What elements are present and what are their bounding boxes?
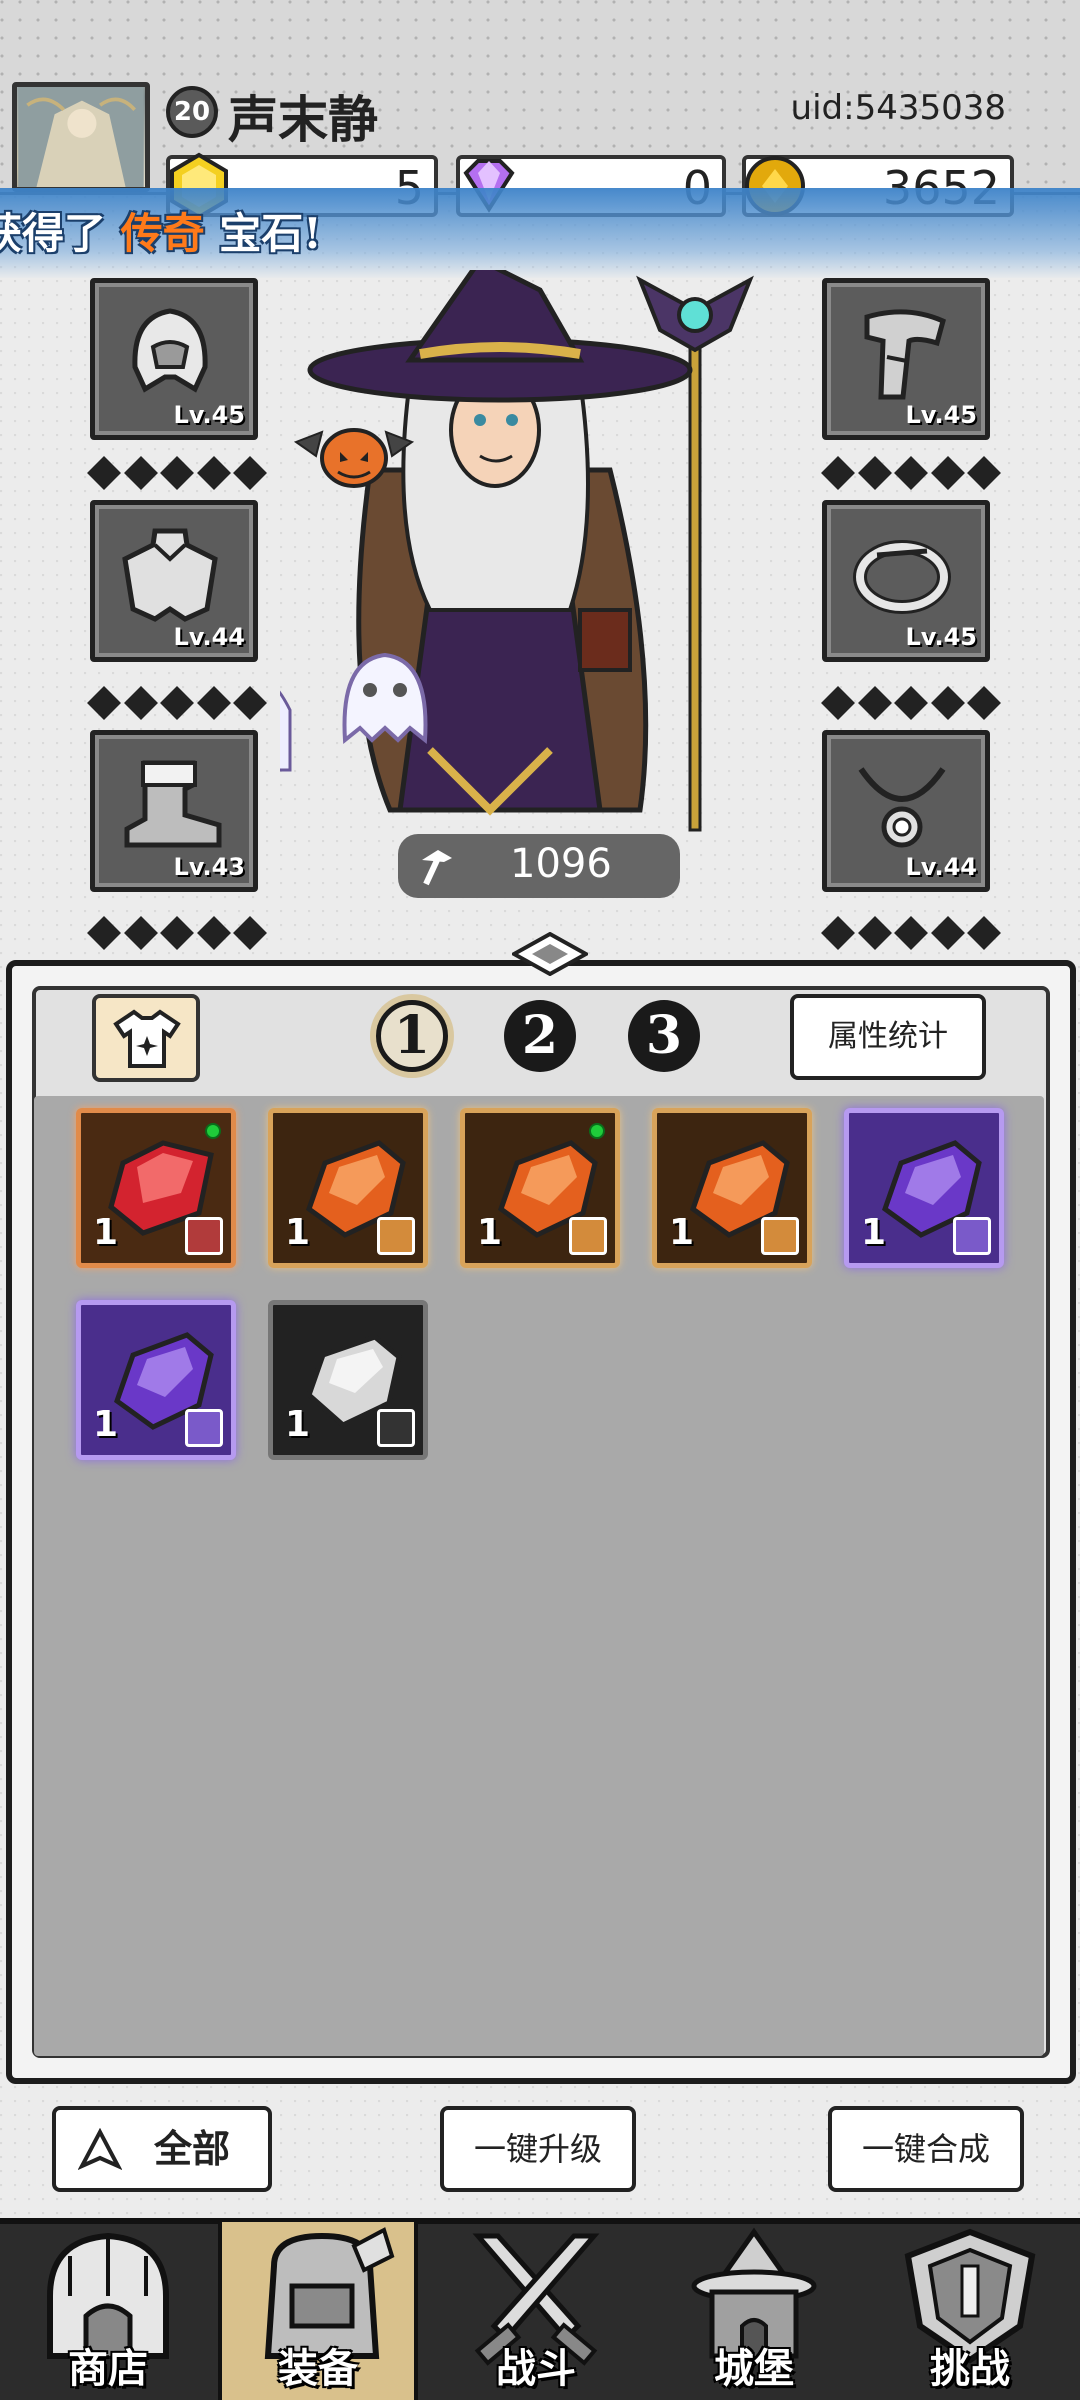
slot-boot-icon <box>377 1217 415 1255</box>
ring-star-row <box>821 686 1001 720</box>
player-name: 声末静 <box>228 90 378 149</box>
gem-item[interactable]: 1 <box>268 1108 428 1268</box>
equip-slot-bracer[interactable]: Lv.45 <box>822 278 990 440</box>
equip-slot-ring[interactable]: Lv.45 <box>822 500 990 662</box>
filter-all-label: 全部 <box>154 2126 231 2171</box>
nav-tab-shop[interactable]: 商店 <box>8 2222 208 2400</box>
pumpkin-bat-icon <box>293 428 415 488</box>
equip-slot-boot[interactable]: Lv.43 <box>90 730 258 892</box>
attribute-stats-button[interactable]: 属性统计 <box>790 994 986 1080</box>
new-indicator-dot <box>205 1123 221 1139</box>
ring-icon <box>853 540 951 614</box>
banner-highlight: 传奇 <box>120 209 205 258</box>
slot-helmet-icon <box>185 1409 223 1447</box>
banner-suffix: 宝石! <box>219 209 322 258</box>
slot-bracer-icon <box>185 1217 223 1255</box>
boot-star-row <box>87 916 267 950</box>
helmet-star-row <box>87 456 267 490</box>
page-tab-1[interactable]: 1 <box>376 1000 448 1072</box>
nav-label: 城堡 <box>714 2345 794 2392</box>
slot-cloak-icon <box>953 1217 991 1255</box>
ghost-icon <box>342 652 428 744</box>
hammer-icon <box>422 850 452 886</box>
banner-prefix: 获得了 <box>0 209 107 258</box>
necklace-star-row <box>821 916 1001 950</box>
notification-text: 获得了 传奇 宝石! <box>0 200 322 261</box>
equip-level: Lv.45 <box>905 401 978 429</box>
equip-level: Lv.45 <box>905 623 978 651</box>
gem-qty: 1 <box>669 1212 695 1253</box>
nav-tab-battle[interactable]: 战斗 <box>436 2222 636 2400</box>
gem-item[interactable]: 1 <box>76 1108 236 1268</box>
player-level-badge: 20 <box>166 86 218 138</box>
gem-qty: 1 <box>477 1212 503 1253</box>
gem-item[interactable]: 1 <box>652 1108 812 1268</box>
player-avatar[interactable] <box>12 82 150 192</box>
nav-label: 挑战 <box>930 2345 1010 2392</box>
equip-slot-necklace[interactable]: Lv.44 <box>822 730 990 892</box>
slot-helmet-icon <box>761 1217 799 1255</box>
gem-qty: 1 <box>285 1404 311 1445</box>
nav-tab-equipment[interactable]: 装备 <box>218 2222 418 2400</box>
gem-item[interactable]: 1 <box>268 1300 428 1460</box>
page-tab-3[interactable]: 3 <box>628 1000 700 1072</box>
gem-item[interactable]: 1 <box>460 1108 620 1268</box>
gem-qty: 1 <box>93 1212 119 1253</box>
page-tab-2[interactable]: 2 <box>504 1000 576 1072</box>
gem-item[interactable]: 1 <box>844 1108 1004 1268</box>
boot-icon <box>124 760 222 848</box>
combat-power-value: 1096 <box>510 841 612 887</box>
equip-level: Lv.44 <box>905 853 978 881</box>
nav-tab-challenge[interactable]: 挑战 <box>870 2222 1070 2400</box>
shirt-sparkle-icon <box>113 1009 181 1068</box>
witch-character-illustration <box>280 270 754 832</box>
equip-slot-cloak[interactable]: Lv.44 <box>90 500 258 662</box>
necklace-icon <box>858 767 946 848</box>
cloak-icon <box>122 528 218 622</box>
merge-all-button[interactable]: 一键合成 <box>828 2106 1024 2192</box>
cloak-star-row <box>87 686 267 720</box>
slot-weapon-icon <box>569 1217 607 1255</box>
new-indicator-dot <box>589 1123 605 1139</box>
upgrade-all-button[interactable]: 一键升级 <box>440 2106 636 2192</box>
equip-level: Lv.45 <box>173 401 246 429</box>
equip-slot-helmet[interactable]: Lv.45 <box>90 278 258 440</box>
nav-label: 商店 <box>68 2345 148 2392</box>
combat-power-display: 1096 <box>398 834 680 898</box>
panel-handle-icon <box>512 932 588 976</box>
helmet-icon <box>132 308 208 393</box>
gem-qty: 1 <box>93 1404 119 1445</box>
gem-item[interactable]: 1 <box>76 1300 236 1460</box>
filter-all-button[interactable]: 全部 <box>52 2106 272 2192</box>
equip-level: Lv.44 <box>173 623 246 651</box>
avatar-portrait-icon <box>18 87 144 187</box>
outfit-filter-button[interactable] <box>92 994 200 1082</box>
bracer-icon <box>864 309 946 400</box>
player-uid: uid:5435038 <box>790 88 1006 128</box>
equip-level: Lv.43 <box>173 853 246 881</box>
gem-qty: 1 <box>861 1212 887 1253</box>
nav-label: 装备 <box>278 2345 358 2392</box>
gem-qty: 1 <box>285 1212 311 1253</box>
bracer-star-row <box>821 456 1001 490</box>
nav-label: 战斗 <box>496 2345 576 2392</box>
triangle-up-icon <box>78 2128 122 2170</box>
nav-tab-castle[interactable]: 城堡 <box>654 2222 854 2400</box>
slot-necklace-icon <box>377 1409 415 1447</box>
